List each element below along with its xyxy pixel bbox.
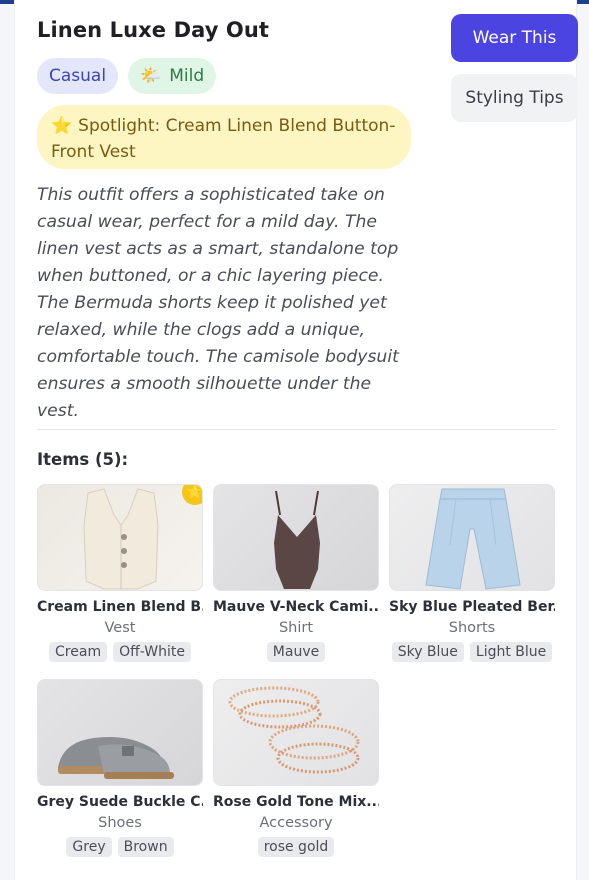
item-color-tags: Sky Blue Light Blue: [389, 642, 555, 662]
star-icon: ⭐: [51, 116, 73, 136]
clogs-image: [58, 737, 174, 779]
chip-casual-label: Casual: [49, 66, 107, 86]
item-category: Accessory: [259, 815, 333, 831]
item-color-tags: Cream Off-White: [37, 642, 203, 662]
item-name: Sky Blue Pleated Ber...: [389, 599, 555, 615]
item-image-shorts[interactable]: [389, 484, 555, 591]
vest-image: [83, 488, 159, 590]
outfit-description: This outfit offers a sophisticated take …: [37, 185, 399, 421]
item-color-tags: Grey Brown: [37, 837, 203, 857]
item-image-shoes[interactable]: [37, 679, 203, 786]
bracelets-image: [228, 686, 360, 774]
spotlight-banner: ⭐ Spotlight: Cream Linen Blend Button-Fro…: [37, 105, 411, 169]
color-tag: Grey: [66, 837, 112, 857]
cami-image: [274, 490, 320, 589]
item-color-tags: rose gold: [213, 837, 379, 857]
outfit-chips: Casual 🌤️ Mild: [37, 58, 217, 94]
item-color-tags: Mauve: [213, 642, 379, 662]
item-card-shoes[interactable]: Grey Suede Buckle C... Shoes Grey Brown: [37, 679, 203, 857]
color-tag: Sky Blue: [391, 642, 464, 662]
item-card-shorts[interactable]: Sky Blue Pleated Ber... Shorts Sky Blue …: [389, 484, 555, 662]
item-name: Cream Linen Blend B...: [37, 599, 203, 615]
items-heading: Items (5):: [37, 450, 129, 469]
item-name: Grey Suede Buckle C...: [37, 794, 203, 810]
color-tag: Cream: [49, 642, 108, 662]
styling-tips-button[interactable]: Styling Tips: [451, 74, 578, 122]
item-name: Rose Gold Tone Mix...: [213, 794, 379, 810]
item-category: Shoes: [98, 815, 142, 831]
chip-weather-mild: 🌤️ Mild: [128, 58, 217, 94]
outfit-card: Linen Luxe Day Out Casual 🌤️ Mild ⭐ Spotl…: [14, 0, 578, 880]
shorts-image: [425, 488, 521, 590]
item-card-accessory[interactable]: Rose Gold Tone Mix... Accessory rose gol…: [213, 679, 379, 857]
item-image-vest[interactable]: ⭐: [37, 484, 203, 591]
color-tag: Off-White: [113, 642, 191, 662]
section-divider: [37, 429, 556, 430]
item-image-accessory[interactable]: [213, 679, 379, 786]
color-tag: Mauve: [266, 642, 326, 662]
item-category: Vest: [104, 620, 136, 636]
item-category: Shirt: [278, 620, 314, 636]
item-name: Mauve V-Neck Cami...: [213, 599, 379, 615]
sun-cloud-icon: 🌤️: [140, 66, 162, 86]
color-tag: Light Blue: [469, 642, 553, 662]
item-image-cami[interactable]: [213, 484, 379, 591]
wear-this-button[interactable]: Wear This: [451, 14, 578, 62]
outfit-title: Linen Luxe Day Out: [37, 18, 270, 42]
item-card-vest[interactable]: ⭐ Cream Linen Blend B... Vest Cream Off-…: [37, 484, 203, 662]
item-category: Shorts: [448, 620, 496, 636]
chip-weather-label: Mild: [169, 66, 205, 86]
spotlight-text: Spotlight: Cream Linen Blend Button-Fron…: [51, 116, 396, 162]
chip-casual: Casual: [37, 58, 119, 94]
color-tag: rose gold: [257, 837, 335, 857]
color-tag: Brown: [117, 837, 174, 857]
item-card-cami[interactable]: Mauve V-Neck Cami... Shirt Mauve: [213, 484, 379, 662]
